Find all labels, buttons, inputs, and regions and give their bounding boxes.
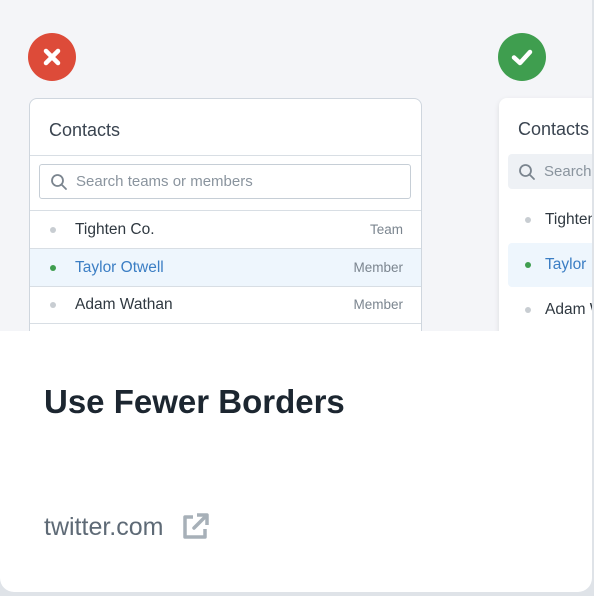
- panel-title: Contacts: [518, 119, 590, 139]
- external-link-icon: [179, 511, 211, 543]
- source-domain: twitter.com: [44, 512, 164, 541]
- good-example-badge: [498, 33, 546, 81]
- preview-image: Contacts Search teams or members Tighten…: [0, 0, 592, 331]
- status-dot: [525, 217, 531, 223]
- contact-name: Tighten: [545, 211, 592, 228]
- card-title[interactable]: Use Fewer Borders: [44, 383, 345, 421]
- divider: [30, 323, 421, 324]
- search-icon: [51, 173, 67, 190]
- check-icon: [511, 49, 533, 66]
- contact-name: Adam Wathan: [75, 295, 173, 313]
- contact-name: Taylor: [545, 256, 587, 273]
- list-item[interactable]: Adam W: [499, 288, 592, 331]
- contact-type: Team: [369, 222, 403, 237]
- status-dot: [50, 226, 56, 233]
- good-example-panel: Contacts Search Tighten Taylor Adam W: [499, 98, 592, 331]
- search-placeholder: Search teams or members: [76, 173, 253, 190]
- contact-type: Member: [353, 260, 403, 275]
- list-item[interactable]: Taylor Otwell Member: [30, 249, 421, 286]
- contact-name: Tighten Co.: [75, 220, 155, 238]
- close-icon: [43, 48, 61, 66]
- status-dot: [50, 301, 56, 308]
- list-item[interactable]: Tighten: [499, 198, 592, 242]
- search-placeholder: Search: [544, 163, 592, 180]
- panel-title: Contacts: [49, 120, 121, 140]
- card-source[interactable]: twitter.com: [44, 511, 211, 543]
- bad-example-badge: [28, 33, 76, 81]
- contact-name: Adam W: [545, 301, 592, 318]
- search-input[interactable]: Search teams or members: [39, 164, 411, 199]
- contact-type: Member: [353, 297, 403, 312]
- contact-name: Taylor Otwell: [75, 258, 164, 276]
- search-icon: [519, 163, 535, 180]
- search-input[interactable]: Search: [508, 154, 592, 189]
- status-dot: [525, 307, 531, 313]
- list-item[interactable]: Tighten Co. Team: [30, 211, 421, 248]
- list-item[interactable]: Taylor: [508, 243, 592, 287]
- status-dot: [525, 262, 531, 268]
- divider: [30, 155, 421, 156]
- link-preview-card[interactable]: Contacts Search teams or members Tighten…: [0, 0, 592, 592]
- status-dot: [50, 264, 56, 271]
- bad-example-panel: Contacts Search teams or members Tighten…: [29, 98, 422, 331]
- list-item[interactable]: Adam Wathan Member: [30, 286, 421, 323]
